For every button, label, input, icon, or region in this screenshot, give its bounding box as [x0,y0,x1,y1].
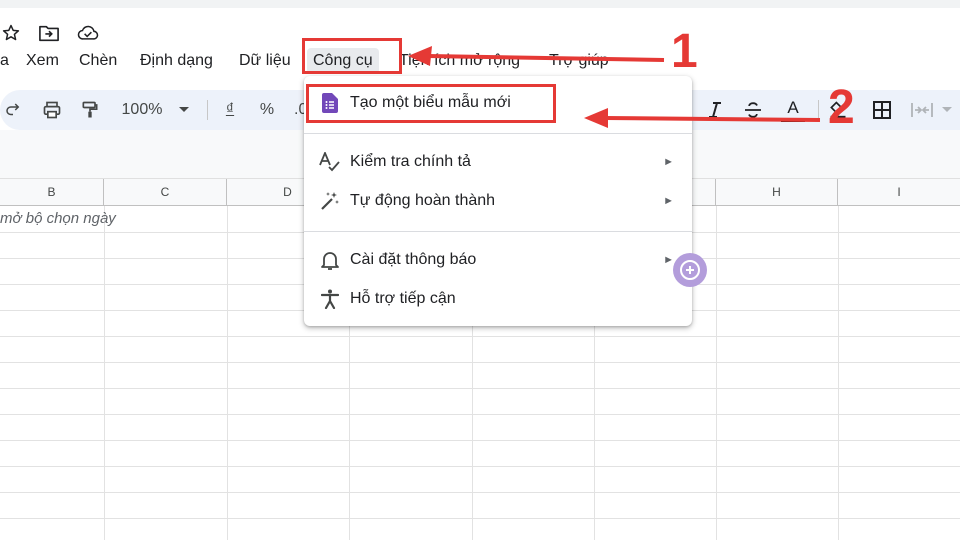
annotation-arrows [408,46,821,128]
arrow-1-line [427,54,665,62]
step-number-2: 2 [828,81,855,134]
arrow-2-head [584,108,608,128]
step-number-1: 1 [671,25,698,78]
arrow-1-head [408,46,432,66]
arrow-2-line [603,116,821,122]
